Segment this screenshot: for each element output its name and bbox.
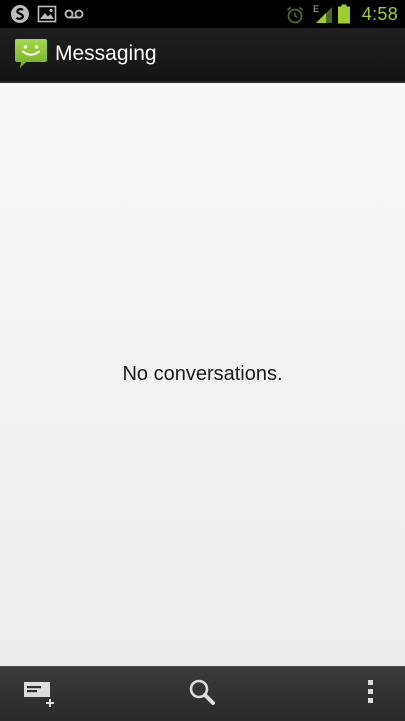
- voicemail-icon: [64, 7, 84, 25]
- app-title: Messaging: [55, 42, 157, 65]
- battery-icon: [337, 4, 351, 29]
- compose-message-icon: [22, 677, 58, 712]
- conversation-list: No conversations.: [0, 83, 405, 666]
- compose-button[interactable]: [0, 667, 80, 721]
- messaging-smiley-icon[interactable]: [14, 37, 48, 76]
- search-button[interactable]: [162, 667, 242, 721]
- s-voice-icon: [10, 4, 30, 29]
- search-icon: [188, 678, 216, 711]
- bottom-action-bar: [0, 666, 405, 721]
- signal-icon: E: [312, 3, 334, 30]
- alarm-icon: [285, 5, 305, 30]
- status-clock: 4:58: [361, 4, 398, 24]
- action-bar: Messaging: [0, 28, 405, 83]
- gallery-image-icon: [37, 4, 57, 29]
- empty-state-message: No conversations.: [122, 363, 283, 385]
- overflow-menu-icon: [366, 679, 376, 710]
- overflow-menu-button[interactable]: [331, 667, 405, 721]
- status-bar: E 4:58: [0, 0, 405, 28]
- network-type-label: E: [313, 4, 319, 14]
